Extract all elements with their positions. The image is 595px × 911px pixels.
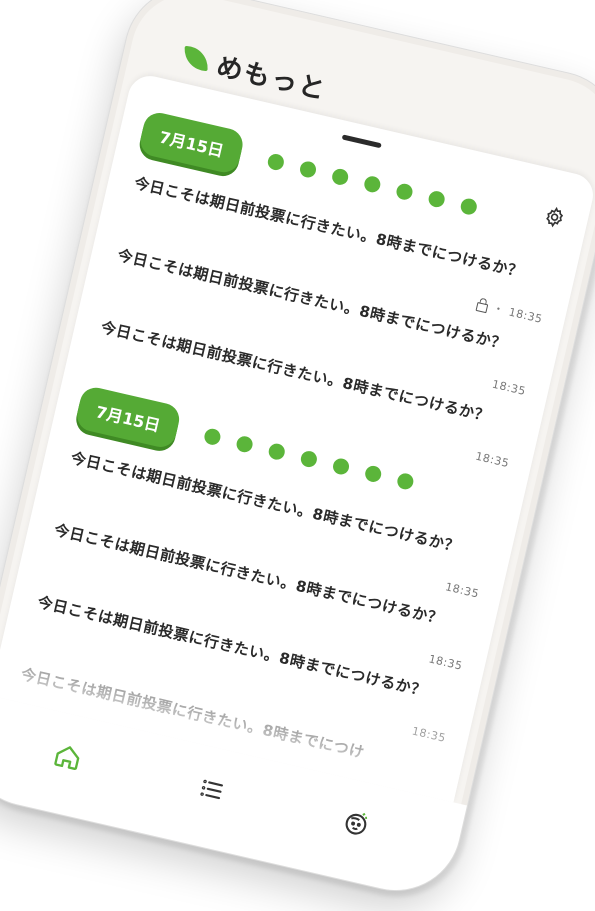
mood-dot — [266, 152, 286, 172]
mood-dot — [459, 197, 479, 217]
tab-profile[interactable] — [336, 803, 377, 844]
leaf-logo-icon — [183, 45, 209, 72]
home-icon — [54, 746, 80, 770]
mood-dot — [363, 174, 383, 195]
mood-dot — [427, 189, 447, 209]
mood-dot — [331, 457, 352, 477]
sheet-grabber-handle[interactable] — [341, 134, 382, 149]
memo-sheet[interactable]: 7月15日 今日こそは期日前投票に行きたい。8時までにつけるか？・ 18:35 今日こ… — [0, 71, 595, 817]
mood-dot — [235, 434, 255, 454]
avatar-icon — [345, 812, 368, 835]
mood-dot — [330, 167, 351, 187]
tab-home[interactable] — [47, 736, 88, 777]
mood-dot — [203, 427, 223, 447]
mood-dot — [267, 442, 287, 462]
phone-frame: めもっと 7月15日 今日こそは期日前投票に行きたい。8時までにつけるか？・ 18:… — [0, 0, 595, 905]
mood-dot — [299, 449, 319, 469]
mood-dot — [298, 159, 319, 180]
mood-dot — [396, 471, 416, 492]
mood-dot — [395, 182, 415, 202]
tab-list[interactable] — [192, 769, 233, 810]
mood-dot — [363, 464, 384, 484]
list-icon — [200, 779, 224, 800]
